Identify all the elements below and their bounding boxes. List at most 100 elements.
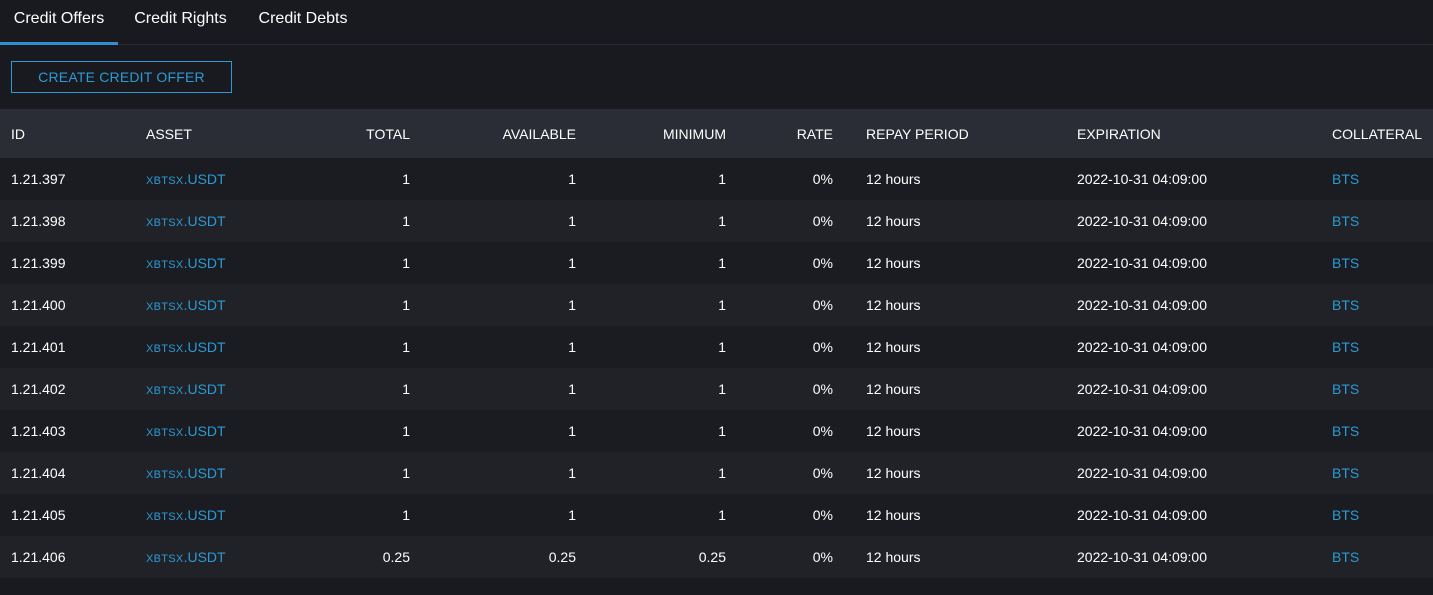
column-header-repay-period[interactable]: REPAY PERIOD: [833, 109, 1044, 158]
rate-value: 0%: [812, 549, 833, 565]
asset-link[interactable]: XBTSX.USDT: [146, 326, 306, 368]
offer-id: 1.21.403: [11, 423, 66, 439]
available-value: 1: [568, 465, 576, 481]
asset-prefix[interactable]: XBTSX: [146, 469, 184, 481]
asset-suffix[interactable]: .USDT: [184, 381, 226, 397]
asset-link[interactable]: XBTSX.USDT: [146, 536, 306, 578]
asset-prefix[interactable]: XBTSX: [146, 385, 184, 397]
collateral-asset[interactable]: BTS: [1332, 507, 1359, 523]
repay-period-value: 12 hours: [866, 339, 921, 355]
asset-prefix[interactable]: XBTSX: [146, 259, 184, 271]
asset-link[interactable]: XBTSX.USDT: [146, 200, 306, 242]
asset-suffix[interactable]: .USDT: [184, 507, 226, 523]
repay-period-value: 12 hours: [866, 213, 921, 229]
tab-credit-debts[interactable]: Credit Debts: [243, 0, 363, 45]
offer-id: 1.21.397: [11, 171, 66, 187]
rate-value: 0%: [812, 213, 833, 229]
asset-prefix[interactable]: XBTSX: [146, 175, 184, 187]
total-value: 1: [402, 213, 410, 229]
table-row: 1.21.405 XBTSX.USDT 1 1 1 0% 12 hours 2022-10-3…: [0, 494, 1433, 536]
column-header-collateral[interactable]: COLLATERAL: [1299, 109, 1433, 158]
asset-prefix[interactable]: XBTSX: [146, 301, 184, 313]
available-value: 1: [568, 339, 576, 355]
collateral-link[interactable]: BTS: [1299, 242, 1433, 284]
collateral-asset[interactable]: BTS: [1332, 465, 1359, 481]
rate-value: 0%: [812, 381, 833, 397]
table-row: 1.21.400 XBTSX.USDT 1 1 1 0% 12 hours 2022-10-3…: [0, 284, 1433, 326]
asset-link[interactable]: XBTSX.USDT: [146, 368, 306, 410]
tab-credit-rights[interactable]: Credit Rights: [118, 0, 243, 45]
column-header-id[interactable]: ID: [0, 109, 146, 158]
asset-link[interactable]: XBTSX.USDT: [146, 158, 306, 200]
collateral-link[interactable]: BTS: [1299, 158, 1433, 200]
collateral-link[interactable]: BTS: [1299, 536, 1433, 578]
rate-value: 0%: [812, 423, 833, 439]
expiration-value: 2022-10-31 04:09:00: [1077, 297, 1207, 313]
column-header-rate[interactable]: RATE: [726, 109, 833, 158]
total-value: 1: [402, 255, 410, 271]
asset-suffix[interactable]: .USDT: [184, 255, 226, 271]
asset-link[interactable]: XBTSX.USDT: [146, 494, 306, 536]
asset-prefix[interactable]: XBTSX: [146, 217, 184, 229]
tab-credit-offers[interactable]: Credit Offers: [0, 0, 118, 45]
repay-period-value: 12 hours: [866, 549, 921, 565]
collateral-asset[interactable]: BTS: [1332, 423, 1359, 439]
asset-suffix[interactable]: .USDT: [184, 423, 226, 439]
collateral-asset[interactable]: BTS: [1332, 339, 1359, 355]
collateral-link[interactable]: BTS: [1299, 284, 1433, 326]
collateral-asset[interactable]: BTS: [1332, 381, 1359, 397]
asset-link[interactable]: XBTSX.USDT: [146, 284, 306, 326]
column-header-asset[interactable]: ASSET: [146, 109, 306, 158]
asset-suffix[interactable]: .USDT: [184, 465, 226, 481]
column-header-available[interactable]: AVAILABLE: [410, 109, 576, 158]
collateral-link[interactable]: BTS: [1299, 200, 1433, 242]
minimum-value: 1: [718, 213, 726, 229]
available-value: 1: [568, 171, 576, 187]
table-row: 1.21.399 XBTSX.USDT 1 1 1 0% 12 hours 2022-10-3…: [0, 242, 1433, 284]
expiration-value: 2022-10-31 04:09:00: [1077, 381, 1207, 397]
asset-link[interactable]: XBTSX.USDT: [146, 242, 306, 284]
collateral-link[interactable]: BTS: [1299, 326, 1433, 368]
asset-prefix[interactable]: XBTSX: [146, 343, 184, 355]
expiration-value: 2022-10-31 04:09:00: [1077, 339, 1207, 355]
expiration-value: 2022-10-31 04:09:00: [1077, 465, 1207, 481]
collateral-asset[interactable]: BTS: [1332, 255, 1359, 271]
collateral-link[interactable]: BTS: [1299, 494, 1433, 536]
asset-link[interactable]: XBTSX.USDT: [146, 410, 306, 452]
column-header-expiration[interactable]: EXPIRATION: [1044, 109, 1299, 158]
asset-link[interactable]: XBTSX.USDT: [146, 452, 306, 494]
rate-value: 0%: [812, 339, 833, 355]
asset-suffix[interactable]: .USDT: [184, 339, 226, 355]
asset-prefix[interactable]: XBTSX: [146, 553, 184, 565]
total-value: 1: [402, 339, 410, 355]
available-value: 1: [568, 255, 576, 271]
asset-suffix[interactable]: .USDT: [184, 549, 226, 565]
rate-value: 0%: [812, 507, 833, 523]
expiration-value: 2022-10-31 04:09:00: [1077, 213, 1207, 229]
offer-id: 1.21.406: [11, 549, 66, 565]
offer-id: 1.21.404: [11, 465, 66, 481]
collateral-asset[interactable]: BTS: [1332, 549, 1359, 565]
collateral-asset[interactable]: BTS: [1332, 297, 1359, 313]
asset-suffix[interactable]: .USDT: [184, 213, 226, 229]
asset-prefix[interactable]: XBTSX: [146, 511, 184, 523]
table-row: 1.21.401 XBTSX.USDT 1 1 1 0% 12 hours 2022-10-3…: [0, 326, 1433, 368]
collateral-link[interactable]: BTS: [1299, 368, 1433, 410]
create-credit-offer-button[interactable]: CREATE CREDIT OFFER: [11, 61, 232, 93]
table-header-row: ID ASSET TOTAL AVAILABLE MINIMUM RATE RE…: [0, 109, 1433, 158]
minimum-value: 1: [718, 171, 726, 187]
column-header-total[interactable]: TOTAL: [306, 109, 410, 158]
table-row: 1.21.397 XBTSX.USDT 1 1 1 0% 12 hours 2022-10-3…: [0, 158, 1433, 200]
collateral-link[interactable]: BTS: [1299, 452, 1433, 494]
collateral-link[interactable]: BTS: [1299, 410, 1433, 452]
available-value: 1: [568, 381, 576, 397]
asset-prefix[interactable]: XBTSX: [146, 427, 184, 439]
available-value: 1: [568, 213, 576, 229]
collateral-asset[interactable]: BTS: [1332, 171, 1359, 187]
asset-suffix[interactable]: .USDT: [184, 171, 226, 187]
asset-suffix[interactable]: .USDT: [184, 297, 226, 313]
collateral-asset[interactable]: BTS: [1332, 213, 1359, 229]
total-value: 0.25: [382, 549, 410, 565]
expiration-value: 2022-10-31 04:09:00: [1077, 255, 1207, 271]
column-header-minimum[interactable]: MINIMUM: [576, 109, 726, 158]
